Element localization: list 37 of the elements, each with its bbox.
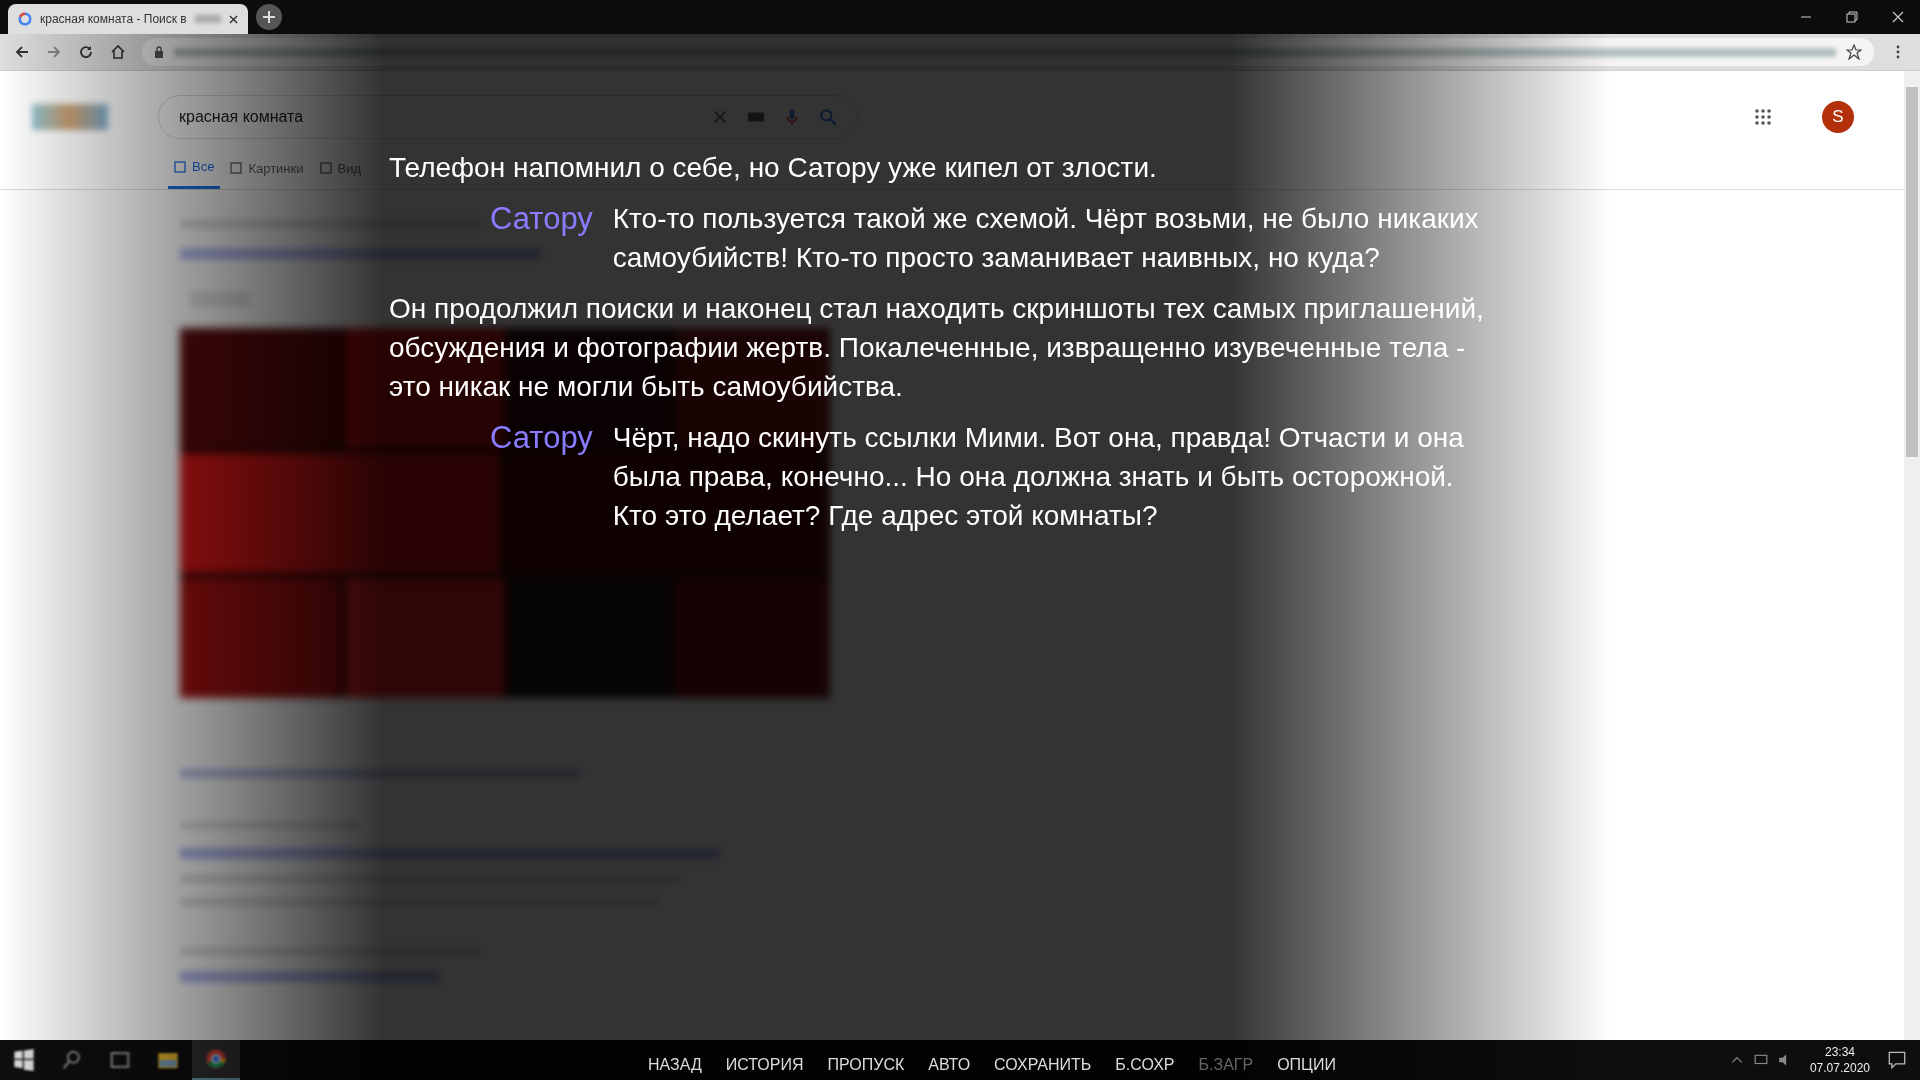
quick-menu-button[interactable]: ИСТОРИЯ <box>717 1054 812 1076</box>
narration-text: Он продолжил поиски и наконец стал находить скриншоты тех самых приглашений, обсуждения и фотографии жертв. Покалеченные, извращенно изувеченные тела - это никак не могли быть самоубийства. <box>389 292 1485 404</box>
tab-title: красная комната - Поиск в <box>40 12 187 26</box>
dialogue-text: Кто-то пользуется такой же схемой. Чёрт возьми, не было никаких самоубийств! Кто-то просто заманивает наивных, но куда? <box>612 202 1480 275</box>
back-icon[interactable] <box>14 44 30 60</box>
browser-taskbar-button[interactable] <box>192 1040 240 1080</box>
forward-icon[interactable] <box>46 44 62 60</box>
speaker-name: Сатору <box>490 200 593 238</box>
quick-menu-button[interactable]: ПРОПУСК <box>819 1054 913 1076</box>
dialogue-text: Чёрт, надо скинуть ссылки Мими. Вот она, правда! Отчасти и она была права, конечно... Но она должна знать и быть осторожной. Кто это делает? Где адрес этой комнаты? <box>612 421 1465 533</box>
lock-icon <box>154 46 164 58</box>
speaker-name: Сатору <box>490 419 593 457</box>
notification-icon[interactable] <box>1888 1051 1906 1069</box>
close-icon[interactable] <box>229 14 238 24</box>
apps-icon[interactable] <box>1754 108 1772 126</box>
new-tab-button[interactable] <box>256 4 282 30</box>
quick-menu-button[interactable]: СОХРАНИТЬ <box>986 1054 1100 1076</box>
google-icon <box>18 12 32 26</box>
browser-tab[interactable]: красная комната - Поиск в <box>8 4 248 34</box>
address-bar[interactable] <box>142 38 1874 66</box>
blurred-text <box>194 15 221 23</box>
reload-icon[interactable] <box>78 44 94 60</box>
clock-time: 23:34 <box>1824 1044 1855 1060</box>
clock-date: 07.07.2020 <box>1809 1060 1870 1076</box>
tab-icon <box>230 162 243 174</box>
quick-menu-button[interactable]: НАЗАД <box>640 1054 710 1076</box>
quick-menu-button[interactable]: Б.СОХР <box>1107 1054 1183 1076</box>
quick-menu-button[interactable]: ОПЦИИ <box>1269 1054 1344 1076</box>
avatar[interactable]: S <box>1822 101 1854 133</box>
scrollbar[interactable] <box>1904 71 1920 1040</box>
tab-icon <box>319 162 332 174</box>
restore-icon[interactable] <box>1846 11 1858 23</box>
tab-icon <box>174 160 186 173</box>
home-icon[interactable] <box>110 44 126 60</box>
star-icon[interactable] <box>1846 44 1862 60</box>
narration-text: Телефон напомнил о себе, но Сатору уже кипел от злости. <box>389 151 1157 185</box>
quick-menu-button[interactable]: АВТО <box>920 1054 979 1076</box>
